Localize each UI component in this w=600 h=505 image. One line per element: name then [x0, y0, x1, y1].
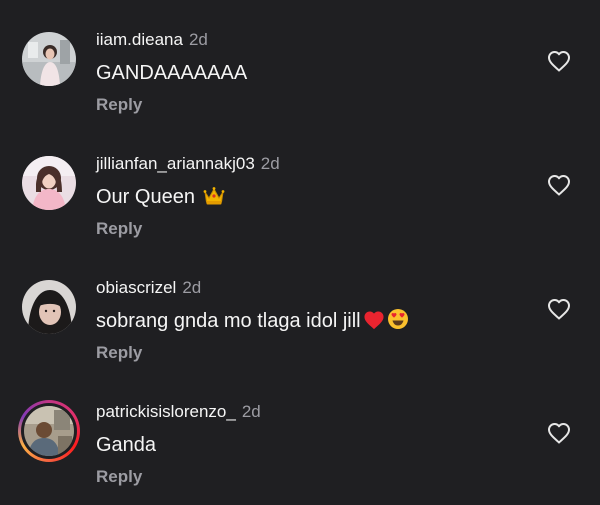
reply-button[interactable]: Reply — [96, 218, 142, 240]
comment-text-content: Ganda — [96, 434, 157, 456]
timestamp: 2d — [260, 154, 280, 173]
heart-outline-icon[interactable] — [547, 298, 571, 320]
comment-text-content: Our Queen — [96, 186, 195, 208]
red-heart-emoji — [363, 310, 385, 337]
avatar-image — [22, 280, 76, 334]
comment-text: Our Queen — [96, 184, 225, 213]
heart-eyes-emoji — [387, 308, 409, 337]
comment-item: jillianfan_ariannakj03 2d Our Queen Reply — [0, 124, 600, 248]
crown-emoji — [203, 186, 225, 213]
comment-text: sobrang gnda mo tlaga idol jill — [96, 308, 409, 337]
reply-button[interactable]: Reply — [96, 466, 142, 488]
comment-item: patrickisislorenzo_ 2d Ganda Reply — [0, 372, 600, 496]
avatar-image — [22, 156, 76, 210]
comment-item: iiam.dieana 2d GANDAAAAAAA Reply — [0, 0, 600, 124]
comment-text: GANDAAAAAAA — [96, 60, 247, 86]
comment-text-content: sobrang gnda mo tlaga idol jill — [96, 310, 361, 332]
comment-meta: obiascrizel 2d — [96, 277, 201, 299]
comment-meta: jillianfan_ariannakj03 2d — [96, 153, 280, 175]
reply-button[interactable]: Reply — [96, 342, 142, 364]
timestamp: 2d — [182, 278, 202, 297]
avatar[interactable] — [22, 32, 76, 86]
username[interactable]: jillianfan_ariannakj03 — [96, 154, 255, 173]
heart-outline-icon[interactable] — [547, 174, 571, 196]
username[interactable]: iiam.dieana — [96, 30, 183, 49]
timestamp: 2d — [241, 402, 261, 421]
avatar-image — [24, 406, 74, 456]
comment-text: Ganda — [96, 432, 156, 458]
avatar-ring-gap — [21, 403, 77, 459]
avatar[interactable] — [22, 156, 76, 210]
avatar[interactable] — [22, 280, 76, 334]
avatar — [24, 406, 74, 456]
avatar-story-ring[interactable] — [18, 400, 80, 462]
timestamp: 2d — [188, 30, 208, 49]
heart-outline-icon[interactable] — [547, 422, 571, 444]
reply-button[interactable]: Reply — [96, 94, 142, 116]
avatar-image — [22, 32, 76, 86]
username[interactable]: patrickisislorenzo_ — [96, 402, 236, 421]
comment-meta: patrickisislorenzo_ 2d — [96, 401, 261, 423]
comments-list: iiam.dieana 2d GANDAAAAAAA Reply jillianf… — [0, 0, 600, 505]
comment-text-content: GANDAAAAAAA — [96, 62, 248, 84]
comment-meta: iiam.dieana 2d — [96, 29, 208, 51]
username[interactable]: obiascrizel — [96, 278, 176, 297]
heart-outline-icon[interactable] — [547, 50, 571, 72]
comment-item: obiascrizel 2d sobrang gnda mo tlaga idol… — [0, 248, 600, 372]
